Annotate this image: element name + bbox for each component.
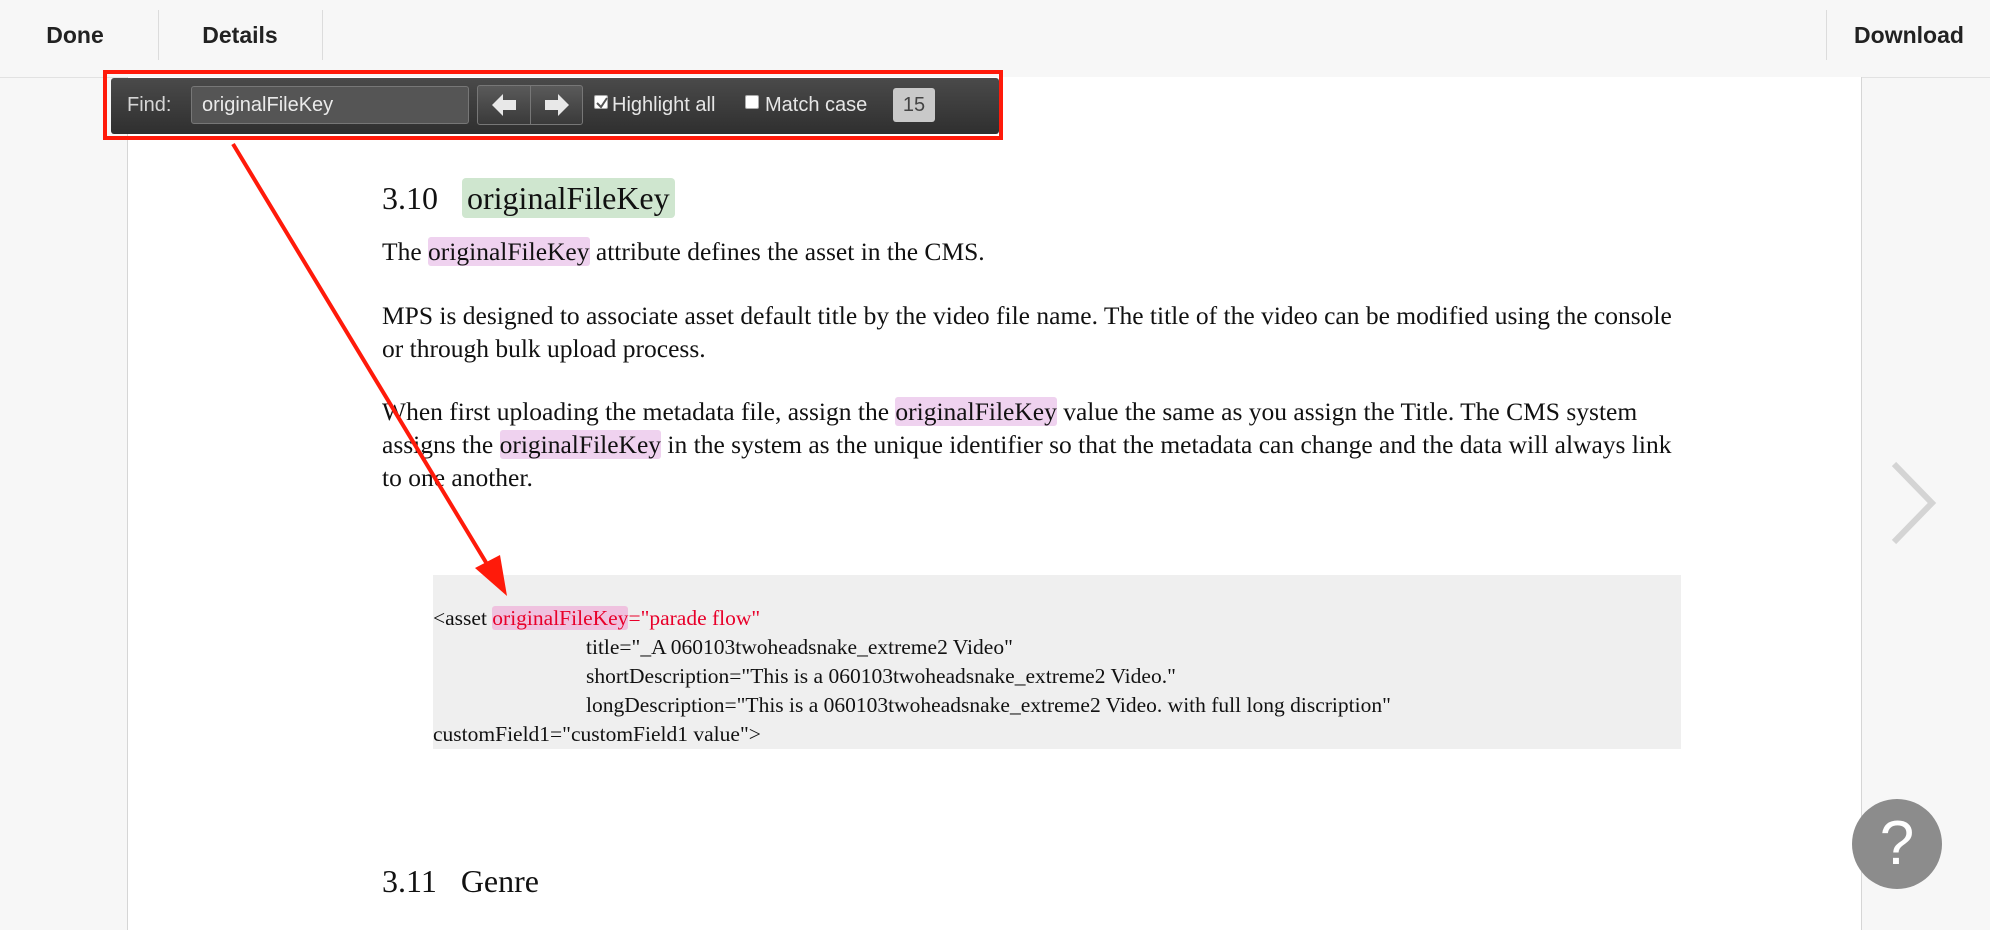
chevron-right-icon bbox=[1888, 461, 1938, 550]
current-match-highlight: originalFileKey bbox=[462, 178, 675, 218]
toolbar-divider bbox=[322, 10, 323, 60]
top-toolbar: Done Details Download bbox=[0, 0, 1990, 78]
code-line-3: shortDescription="This is a 060103twohea… bbox=[586, 664, 1176, 688]
details-button[interactable]: Details bbox=[160, 0, 320, 70]
code-line-2: title="_A 060103twoheadsnake_extreme2 Vi… bbox=[586, 635, 1013, 659]
section-heading-3-10: 3.10 originalFileKey bbox=[382, 178, 675, 218]
annotation-highlight-box bbox=[103, 70, 1003, 140]
code-line-4: longDescription="This is a 060103twohead… bbox=[586, 693, 1391, 717]
text-run: attribute defines the asset in the CMS. bbox=[589, 237, 985, 266]
code-text: <asset bbox=[433, 606, 493, 630]
match-highlight: originalFileKey bbox=[499, 430, 662, 459]
done-button[interactable]: Done bbox=[0, 0, 150, 70]
section-number: 3.10 bbox=[382, 180, 438, 216]
download-button[interactable]: Download bbox=[1828, 0, 1990, 70]
toolbar-divider bbox=[158, 10, 159, 60]
code-line-1: <asset originalFileKey="parade flow" bbox=[433, 606, 760, 631]
code-string: ="parade flow" bbox=[628, 606, 761, 630]
document-page: 3.10 originalFileKey The originalFileKey … bbox=[127, 77, 1862, 930]
match-highlight: originalFileKey bbox=[492, 606, 629, 630]
text-run: The bbox=[382, 237, 429, 266]
code-block: <asset originalFileKey="parade flow" tit… bbox=[433, 575, 1681, 749]
paragraph-3: When first uploading the metadata file, … bbox=[382, 395, 1682, 494]
section-number: 3.11 bbox=[382, 863, 437, 899]
match-highlight: originalFileKey bbox=[428, 237, 590, 266]
text-run: When first uploading the metadata file, … bbox=[382, 397, 896, 426]
next-page-button[interactable] bbox=[1888, 460, 1938, 551]
help-button[interactable]: ? bbox=[1852, 799, 1942, 889]
code-line-5: customField1="customField1 value"> bbox=[433, 722, 761, 746]
match-highlight: originalFileKey bbox=[895, 397, 1057, 426]
section-heading-3-11: 3.11 Genre bbox=[382, 863, 539, 900]
toolbar-divider bbox=[1826, 10, 1827, 60]
paragraph-2: MPS is designed to associate asset defau… bbox=[382, 301, 1672, 363]
section-title: Genre bbox=[460, 863, 539, 899]
paragraph-1: The originalFileKey attribute defines th… bbox=[382, 235, 1682, 268]
